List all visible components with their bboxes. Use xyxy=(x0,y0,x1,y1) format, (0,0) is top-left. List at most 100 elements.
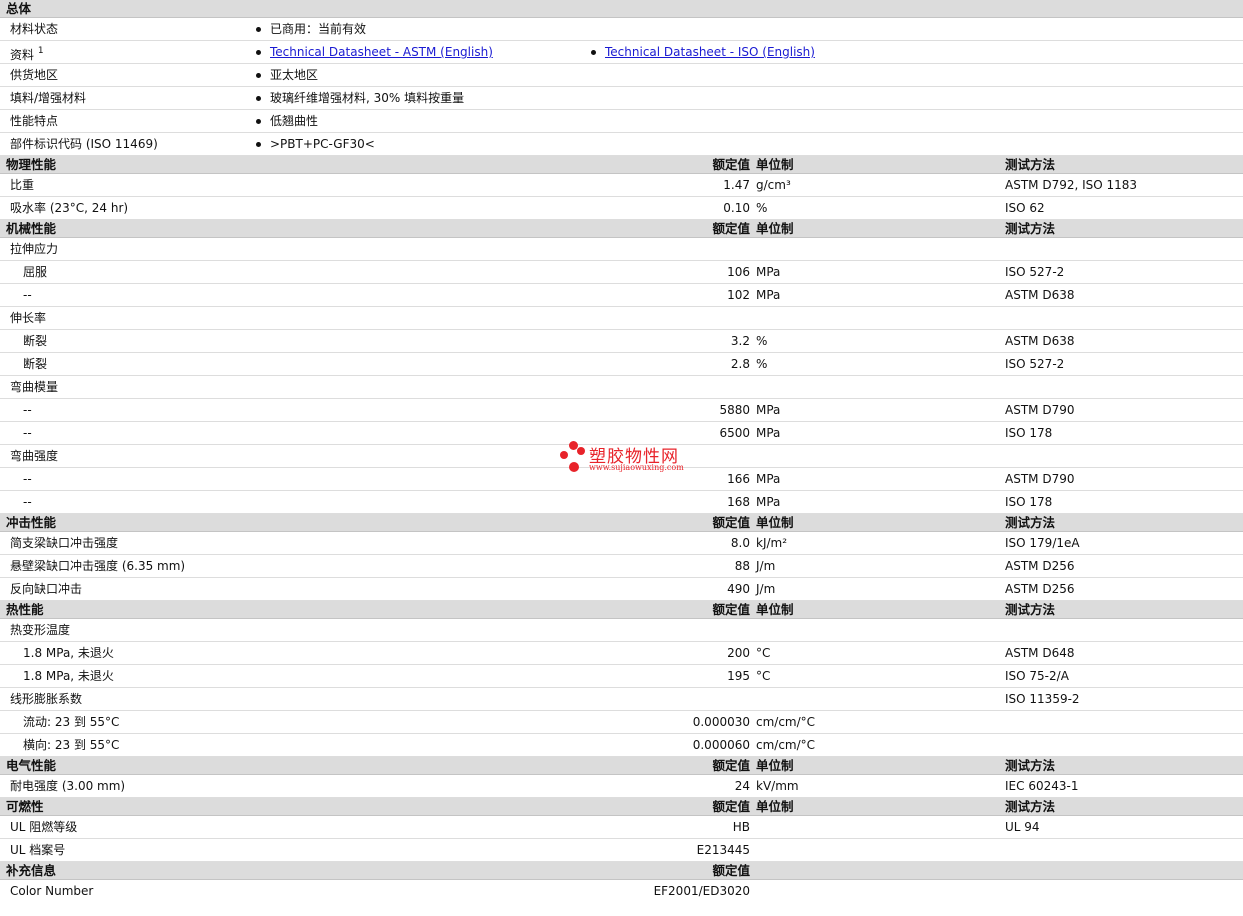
property-unit: kV/mm xyxy=(756,779,799,793)
section-title: 热性能 xyxy=(6,602,44,617)
property-label: 屈服 xyxy=(23,265,48,279)
test-method: ISO 178 xyxy=(1005,495,1053,509)
column-header-unit: 单位制 xyxy=(756,157,794,172)
test-method: UL 94 xyxy=(1005,820,1040,834)
property-value: 0.10 xyxy=(723,201,750,215)
test-method: ASTM D792, ISO 1183 xyxy=(1005,178,1138,192)
property-unit: cm/cm/°C xyxy=(756,738,816,752)
property-unit: kJ/m² xyxy=(756,536,788,550)
datasheet-link-iso[interactable]: Technical Datasheet - ISO (English) xyxy=(605,45,815,59)
property-unit: MPa xyxy=(756,472,781,486)
test-method: ISO 527-2 xyxy=(1005,265,1065,279)
info-row-region: 供货地区 亚太地区 xyxy=(0,64,1243,87)
column-header-unit: 单位制 xyxy=(756,799,794,814)
property-label: -- xyxy=(23,472,32,486)
bullet-item: 已商用：当前有效 xyxy=(256,18,366,41)
property-value: 168 xyxy=(727,495,750,509)
property-unit: J/m xyxy=(756,582,776,596)
property-label: 弯曲强度 xyxy=(10,449,59,463)
bullet-dot-icon xyxy=(256,27,261,32)
property-label: 比重 xyxy=(10,178,35,192)
section-header-general: 总体 xyxy=(0,0,1243,18)
property-unit: MPa xyxy=(756,288,781,302)
property-row: -- 168 MPa ISO 178 xyxy=(0,491,1243,514)
property-value: 88 xyxy=(734,559,750,573)
property-label: 悬壁梁缺口冲击强度 (6.35 mm) xyxy=(10,559,186,573)
datasheet-link-astm[interactable]: Technical Datasheet - ASTM (English) xyxy=(270,45,493,59)
watermark-logo: 塑胶物性网 www.sujiaowuxing.com xyxy=(560,441,700,477)
footnote-marker: 1 xyxy=(37,46,44,56)
info-label: 材料状态 xyxy=(10,22,59,36)
test-method: ASTM D638 xyxy=(1005,288,1075,302)
property-unit: J/m xyxy=(756,559,776,573)
test-method: ISO 178 xyxy=(1005,426,1053,440)
column-header-method: 测试方法 xyxy=(1005,758,1056,773)
property-row: 屈服 106 MPa ISO 527-2 xyxy=(0,261,1243,284)
property-unit: MPa xyxy=(756,426,781,440)
test-method: ASTM D256 xyxy=(1005,559,1075,573)
info-row-documents: 资料 1 Technical Datasheet - ASTM (English… xyxy=(0,41,1243,64)
test-method: ISO 11359-2 xyxy=(1005,692,1080,706)
property-value: 1.47 xyxy=(723,178,750,192)
column-header-value: 额定值 xyxy=(712,758,750,773)
section-title: 总体 xyxy=(6,1,32,16)
info-value: >PBT+PC-GF30< xyxy=(270,137,375,151)
test-method: ISO 179/1eA xyxy=(1005,536,1080,550)
property-unit: g/cm³ xyxy=(756,178,791,192)
property-row: 横向: 23 到 55°C 0.000060 cm/cm/°C xyxy=(0,734,1243,757)
property-row: 断裂 3.2% ASTM D638 xyxy=(0,330,1243,353)
bullet-item: 亚太地区 xyxy=(256,64,318,87)
property-value: 106 xyxy=(727,265,750,279)
property-label: Color Number xyxy=(10,884,94,898)
column-header-method: 测试方法 xyxy=(1005,602,1056,617)
property-value: 490 xyxy=(727,582,750,596)
info-value: 已商用：当前有效 xyxy=(270,22,367,36)
logo-dot-icon xyxy=(569,462,579,472)
bullet-item: Technical Datasheet - ASTM (English) xyxy=(256,41,493,64)
bullet-item: 玻璃纤维增强材料, 30% 填料按重量 xyxy=(256,87,464,110)
property-row: UL 档案号 E213445 xyxy=(0,839,1243,862)
test-method: ASTM D648 xyxy=(1005,646,1075,660)
property-value: 8.0 xyxy=(730,536,750,550)
section-title: 电气性能 xyxy=(6,758,57,773)
property-value: 5880 xyxy=(719,403,750,417)
section-title: 补充信息 xyxy=(6,863,57,878)
bullet-dot-icon xyxy=(256,96,261,101)
info-value: 玻璃纤维增强材料, 30% 填料按重量 xyxy=(270,91,465,105)
property-label: -- xyxy=(23,403,32,417)
property-row: 反向缺口冲击 490 J/m ASTM D256 xyxy=(0,578,1243,601)
property-value: 166 xyxy=(727,472,750,486)
property-row: 伸长率 xyxy=(0,307,1243,330)
property-value: 3.2 xyxy=(730,334,750,348)
property-row: 简支梁缺口冲击强度 8.0 kJ/m² ISO 179/1eA xyxy=(0,532,1243,555)
test-method: ISO 75-2/A xyxy=(1005,669,1069,683)
property-label: 热变形温度 xyxy=(10,623,71,637)
test-method: ISO 62 xyxy=(1005,201,1045,215)
section-title: 冲击性能 xyxy=(6,515,57,530)
property-row: 线形膨胀系数 ISO 11359-2 xyxy=(0,688,1243,711)
section-title: 可燃性 xyxy=(6,799,44,814)
bullet-item: Technical Datasheet - ISO (English) xyxy=(591,41,815,64)
property-value: 102 xyxy=(727,288,750,302)
column-header-value: 额定值 xyxy=(712,515,750,530)
property-row: 吸水率 (23°C, 24 hr) 0.10% ISO 62 xyxy=(0,197,1243,220)
property-row: 1.8 MPa, 未退火 195 °C ISO 75-2/A xyxy=(0,665,1243,688)
info-value: 亚太地区 xyxy=(270,68,319,82)
info-label: 供货地区 xyxy=(10,68,59,82)
property-value: 195 xyxy=(727,669,750,683)
property-label: 伸长率 xyxy=(10,311,47,325)
property-label: -- xyxy=(23,495,32,509)
bullet-item: 低翘曲性 xyxy=(256,110,318,133)
property-unit: % xyxy=(756,357,768,371)
property-label: 吸水率 (23°C, 24 hr) xyxy=(10,201,129,215)
test-method: ASTM D256 xyxy=(1005,582,1075,596)
bullet-dot-icon xyxy=(591,50,596,55)
section-header: 机械性能 额定值 单位制 测试方法 xyxy=(0,220,1243,238)
property-label: 简支梁缺口冲击强度 xyxy=(10,536,119,550)
property-value: 6500 xyxy=(719,426,750,440)
bullet-dot-icon xyxy=(256,142,261,147)
test-method: ASTM D790 xyxy=(1005,403,1075,417)
property-label: 弯曲模量 xyxy=(10,380,59,394)
property-label: 1.8 MPa, 未退火 xyxy=(23,669,114,683)
logo-dot-icon xyxy=(560,451,568,459)
